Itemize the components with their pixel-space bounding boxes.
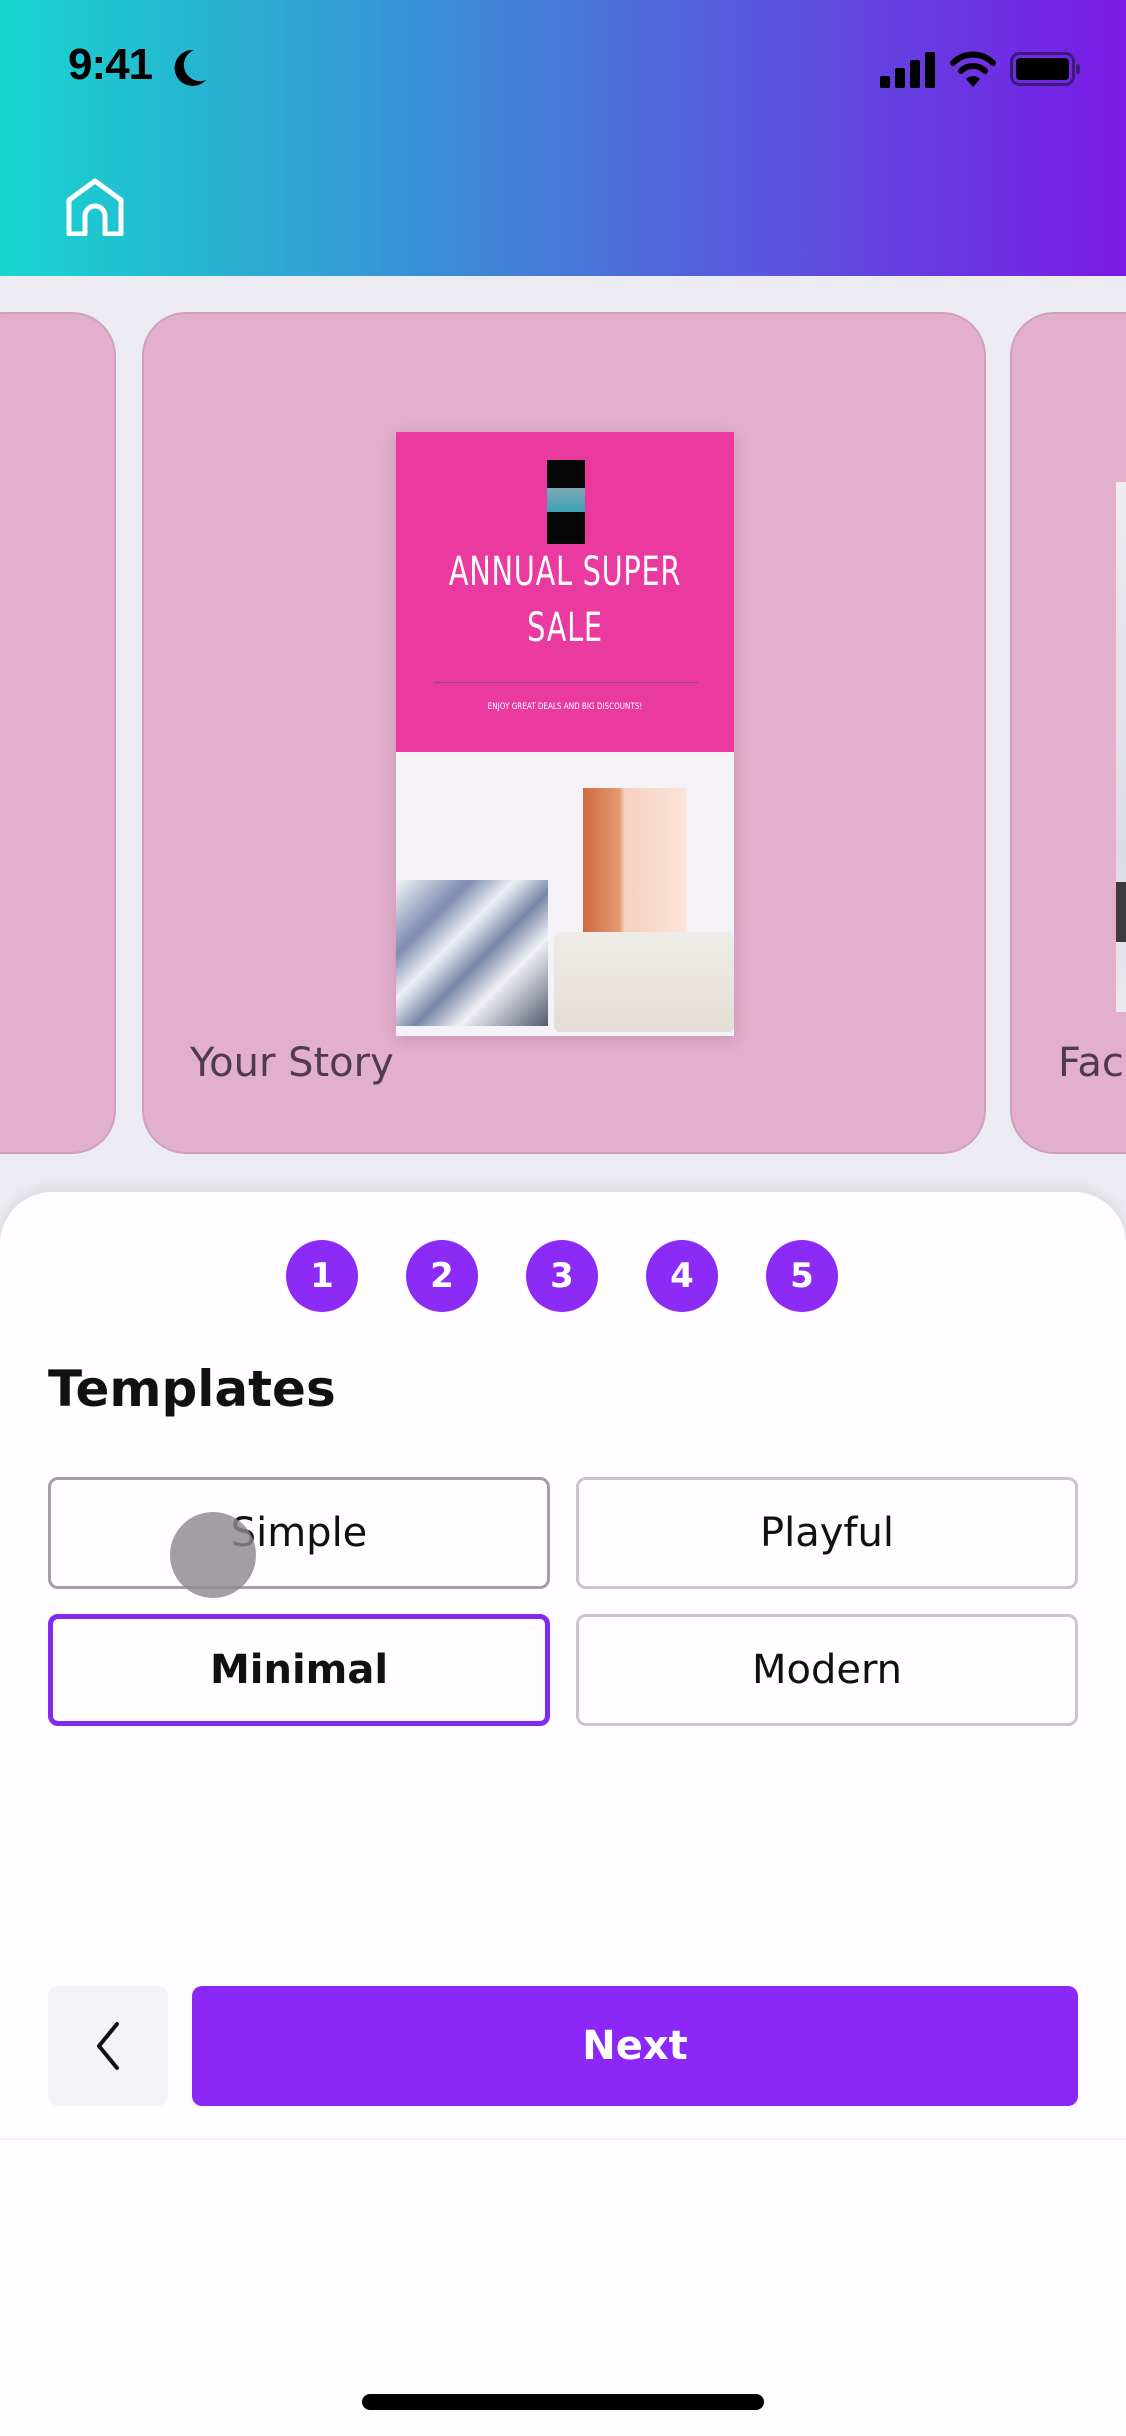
soap-bar-image — [396, 880, 548, 1026]
poster-product-image — [396, 752, 734, 1036]
soap-bar-image — [583, 788, 687, 948]
footer-divider — [0, 2138, 1126, 2140]
carousel-card-next[interactable]: Fac — [1010, 312, 1126, 1154]
poster-subtitle: ENJOY GREAT DEALS AND BIG DISCOUNTS! — [487, 702, 643, 712]
next-button[interactable]: Next — [192, 1986, 1078, 2106]
home-button[interactable] — [58, 170, 132, 244]
step-1[interactable]: 1 — [286, 1240, 358, 1312]
template-preview — [1116, 482, 1126, 1012]
story-template-preview: ANNUAL SUPER SALE ENJOY GREAT DEALS AND … — [396, 432, 734, 1036]
wifi-icon — [950, 51, 996, 87]
poster-header: ANNUAL SUPER SALE ENJOY GREAT DEALS AND … — [396, 432, 734, 752]
back-button[interactable] — [48, 1986, 168, 2106]
templates-title: Templates — [48, 1360, 336, 1418]
touch-indicator — [170, 1512, 256, 1598]
status-time: 9:41 — [68, 40, 153, 89]
poster-divider — [434, 682, 698, 683]
soap-bar-image — [554, 932, 734, 1032]
signal-icon — [880, 52, 935, 88]
chevron-left-icon — [97, 2022, 119, 2070]
moon-icon — [174, 49, 206, 86]
step-4[interactable]: 4 — [646, 1240, 718, 1312]
bottom-sheet: 1 2 3 4 5 Templates Simple Playful Minim… — [0, 1192, 1126, 2436]
step-3[interactable]: 3 — [526, 1240, 598, 1312]
home-icon — [66, 178, 124, 236]
battery-icon — [1010, 52, 1080, 86]
header: 9:41 — [0, 0, 1126, 276]
carousel-card-previous[interactable] — [0, 312, 116, 1154]
poster-photo — [547, 460, 585, 544]
template-option-playful[interactable]: Playful — [576, 1477, 1078, 1589]
home-indicator[interactable] — [362, 2394, 764, 2410]
template-option-minimal[interactable]: Minimal — [48, 1614, 550, 1726]
template-option-modern[interactable]: Modern — [576, 1614, 1078, 1726]
template-option-simple[interactable]: Simple — [48, 1477, 550, 1589]
step-5[interactable]: 5 — [766, 1240, 838, 1312]
design-carousel[interactable]: ANNUAL SUPER SALE ENJOY GREAT DEALS AND … — [0, 276, 1126, 1176]
carousel-card-your-story[interactable]: ANNUAL SUPER SALE ENJOY GREAT DEALS AND … — [142, 312, 986, 1154]
step-2[interactable]: 2 — [406, 1240, 478, 1312]
card-label: Your Story — [190, 1040, 394, 1086]
card-label: Fac — [1058, 1040, 1124, 1086]
screen: 9:41 ANNUAL SUPER SALE ENJOY GREAT DEALS… — [0, 0, 1126, 2436]
step-indicator: 1 2 3 4 5 — [286, 1240, 838, 1312]
poster-title: ANNUAL SUPER SALE — [448, 549, 682, 651]
